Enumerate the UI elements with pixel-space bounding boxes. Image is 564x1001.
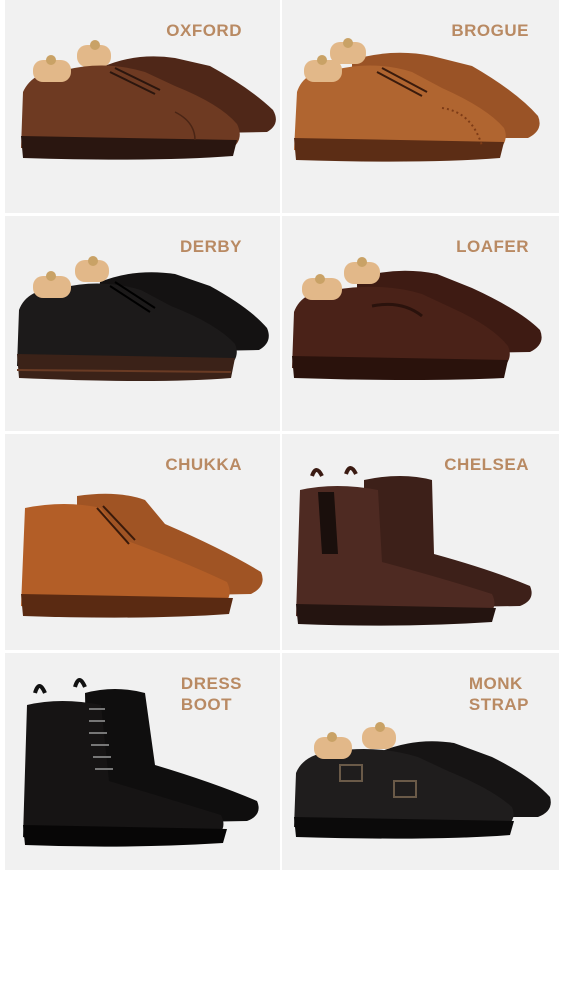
style-label: CHUKKA — [165, 455, 242, 474]
style-label: DERBY — [179, 237, 242, 256]
tile-derby: DERBY — [5, 216, 282, 434]
style-label-line: MONK — [468, 674, 523, 693]
tile-loafer: LOAFER — [282, 216, 559, 434]
style-label-line: DRESS — [180, 674, 242, 693]
style-label: CHELSEA — [444, 455, 529, 474]
style-label: MONK STRAP — [469, 673, 529, 715]
tile-monk-strap: MONK STRAP — [282, 653, 559, 873]
style-label-line: BOOT — [180, 695, 233, 714]
tile-chukka: CHUKKA — [5, 434, 282, 653]
tile-dress-boot: DRESS BOOT — [5, 653, 282, 873]
tile-oxford: OXFORD — [5, 0, 282, 216]
style-label: OXFORD — [166, 21, 242, 40]
style-label: DRESS BOOT — [181, 673, 242, 715]
style-label: BROGUE — [451, 21, 529, 40]
tile-chelsea: CHELSEA — [282, 434, 559, 653]
style-label: LOAFER — [456, 237, 529, 256]
tile-brogue: BROGUE — [282, 0, 559, 216]
style-label-line: STRAP — [468, 695, 529, 714]
shoe-style-grid: OXFORD BROGUE DERBY LOAFER CHUKKA CHELSE… — [5, 0, 559, 873]
